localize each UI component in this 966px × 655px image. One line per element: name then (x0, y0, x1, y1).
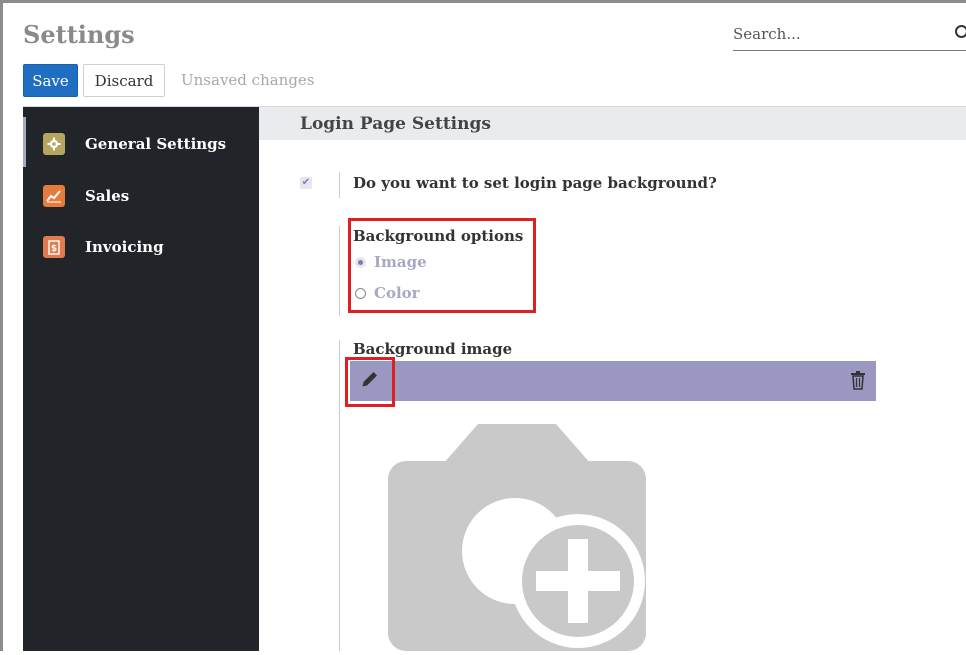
login-background-checkbox[interactable]: ✔ (300, 177, 312, 189)
highlight-box-options (348, 218, 536, 313)
sidebar-item-label: Sales (85, 187, 130, 205)
search-icon[interactable] (955, 25, 966, 38)
setting-divider (339, 340, 340, 651)
window-left-border (0, 0, 3, 651)
window-top-border (0, 0, 966, 3)
chart-line-icon (43, 185, 65, 207)
invoice-icon: $ (43, 236, 65, 258)
discard-button[interactable]: Discard (83, 64, 165, 97)
login-background-question: Do you want to set login page background… (353, 174, 717, 192)
gear-icon (43, 133, 65, 155)
delete-image-button[interactable] (850, 370, 866, 390)
camera-plus-icon[interactable] (388, 424, 646, 655)
sidebar-item-sales[interactable]: Sales (43, 183, 129, 209)
active-indicator (23, 117, 26, 167)
sidebar-item-invoicing[interactable]: $ Invoicing (43, 234, 164, 260)
image-toolbar (350, 361, 876, 401)
sidebar-item-label: General Settings (85, 135, 227, 153)
sidebar-item-label: Invoicing (85, 238, 164, 256)
svg-text:$: $ (51, 244, 57, 254)
trash-icon (850, 371, 866, 394)
search-input[interactable] (733, 22, 933, 46)
setting-divider (339, 172, 340, 198)
section-header: Login Page Settings (259, 107, 966, 140)
unsaved-status: Unsaved changes (181, 71, 315, 89)
setting-divider (339, 226, 340, 316)
sidebar-item-general-settings[interactable]: General Settings (43, 131, 226, 157)
background-image-label: Background image (353, 340, 513, 358)
settings-sidebar: General Settings Sales $ Invoicing (23, 107, 259, 651)
save-button[interactable]: Save (23, 64, 78, 97)
page-title: Settings (23, 20, 135, 49)
section-title: Login Page Settings (300, 114, 491, 134)
search-box (733, 22, 966, 51)
highlight-box-edit (345, 357, 395, 407)
